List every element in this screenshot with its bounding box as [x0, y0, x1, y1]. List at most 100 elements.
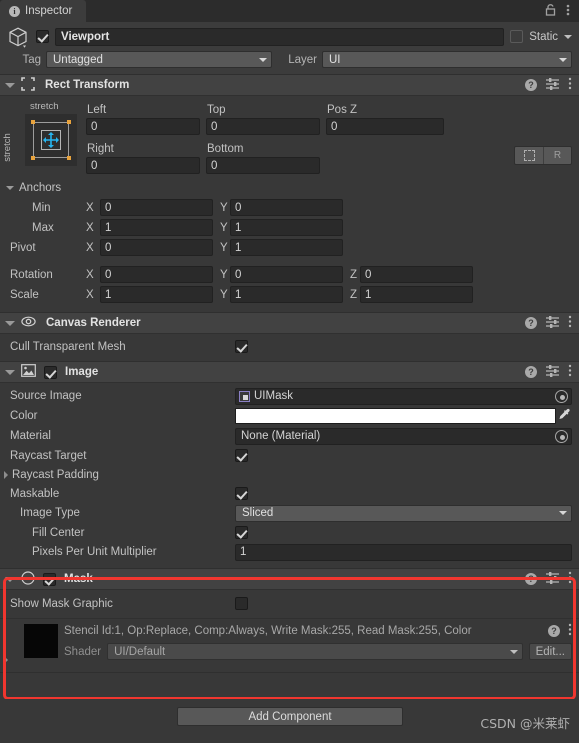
gameobject-enabled-checkbox[interactable]	[36, 30, 49, 43]
rect-rb-headers: Right Bottom	[86, 139, 579, 155]
component-actions: ?	[525, 364, 572, 380]
foldout-icon[interactable]	[4, 470, 8, 479]
fill-center-label: Fill Center	[32, 526, 85, 539]
gameobject-name-value: Viewport	[61, 30, 110, 43]
color-field[interactable]	[235, 408, 556, 424]
shader-dropdown[interactable]: UI/Default	[107, 643, 523, 660]
rotation-y-input[interactable]: 0	[230, 266, 343, 283]
color-row: Color	[0, 406, 579, 426]
pixels-per-unit-input[interactable]: 1	[235, 543, 572, 561]
watermark-text: CSDN @米莱虾	[480, 716, 570, 731]
component-title: Image	[65, 366, 99, 378]
source-image-value: UIMask	[254, 390, 293, 402]
fill-center-checkbox[interactable]	[235, 526, 248, 539]
foldout-icon[interactable]	[5, 369, 15, 375]
pivot-y-input[interactable]: 1	[230, 239, 343, 256]
top-input[interactable]: 0	[206, 118, 320, 135]
rotation-z-input[interactable]: 0	[360, 266, 473, 283]
foldout-icon[interactable]	[6, 185, 14, 190]
material-preview-foldout-wrap[interactable]	[0, 619, 12, 672]
cull-transparent-mesh-row: Cull Transparent Mesh	[0, 337, 579, 356]
gameobject-name-field[interactable]: Viewport	[55, 27, 505, 46]
tab-inspector[interactable]: i Inspector	[0, 0, 87, 22]
tabbar-spacer	[86, 0, 545, 22]
kebab-menu-icon[interactable]	[568, 77, 572, 93]
static-checkbox[interactable]	[510, 30, 524, 43]
axis-z-label: Z	[350, 288, 358, 301]
help-icon[interactable]: ?	[525, 573, 537, 585]
preset-icon[interactable]	[546, 77, 559, 93]
shader-edit-button[interactable]: Edit...	[528, 643, 572, 660]
mask-enabled-checkbox[interactable]	[43, 572, 56, 586]
pivot-x-input[interactable]: 0	[100, 239, 213, 256]
component-header-rect-transform[interactable]: Rect Transform ?	[0, 74, 579, 96]
help-icon[interactable]: ?	[548, 625, 560, 637]
static-label: Static	[529, 30, 558, 43]
source-image-field[interactable]: UIMask	[235, 387, 572, 405]
raycast-padding-row[interactable]: Raycast Padding	[0, 465, 579, 484]
cull-transparent-mesh-checkbox[interactable]	[235, 340, 248, 353]
component-header-canvas-renderer[interactable]: Canvas Renderer ?	[0, 312, 579, 334]
maskable-checkbox[interactable]	[235, 487, 248, 500]
component-header-mask[interactable]: Mask ?	[0, 568, 579, 590]
help-icon[interactable]: ?	[525, 79, 537, 91]
scale-z-input[interactable]: 1	[360, 286, 473, 303]
kebab-menu-icon[interactable]	[568, 571, 572, 587]
raycast-target-label: Raycast Target	[10, 449, 87, 462]
preset-icon[interactable]	[546, 364, 559, 380]
material-preview-row: Stencil Id:1, Op:Replace, Comp:Always, W…	[0, 618, 579, 672]
anchor-min-y-input[interactable]: 0	[230, 199, 343, 216]
preset-icon[interactable]	[546, 315, 559, 331]
anchors-foldout-row[interactable]: Anchors	[0, 178, 579, 197]
scale-x-input[interactable]: 1	[100, 286, 213, 303]
anchor-min-x-input[interactable]: 0	[100, 199, 213, 216]
kebab-menu-icon[interactable]	[568, 315, 572, 331]
pixels-per-unit-label: Pixels Per Unit Multiplier	[32, 546, 157, 558]
foldout-icon[interactable]	[5, 320, 15, 326]
component-title: Mask	[64, 573, 93, 585]
scale-y-input[interactable]: 1	[230, 286, 343, 303]
eyedropper-icon[interactable]	[556, 408, 572, 424]
bottom-input[interactable]: 0	[206, 157, 320, 174]
posz-input[interactable]: 0	[326, 118, 444, 135]
kebab-menu-icon[interactable]	[566, 3, 570, 20]
layer-dropdown[interactable]: UI	[322, 51, 572, 68]
gameobject-cube-icon[interactable]	[7, 26, 29, 48]
blueprint-mode-button[interactable]	[515, 147, 543, 164]
rect-lt-headers: Left Top Pos Z	[86, 100, 579, 116]
top-header: Top	[207, 104, 226, 116]
object-picker-icon[interactable]	[555, 389, 568, 403]
preset-icon[interactable]	[546, 571, 559, 587]
tag-dropdown[interactable]: Untagged	[46, 51, 272, 68]
component-header-image[interactable]: Image ?	[0, 361, 579, 383]
material-description: Stencil Id:1, Op:Replace, Comp:Always, W…	[64, 625, 472, 637]
help-icon[interactable]: ?	[525, 366, 537, 378]
left-input[interactable]: 0	[86, 118, 200, 135]
object-picker-icon[interactable]	[555, 429, 568, 443]
static-dropdown-icon[interactable]	[564, 34, 572, 39]
foldout-icon[interactable]	[5, 576, 15, 582]
anchor-max-y-input[interactable]: 1	[230, 219, 343, 236]
material-field[interactable]: None (Material)	[235, 427, 572, 445]
anchor-preset-widget[interactable]: stretch stretch	[2, 100, 82, 176]
foldout-icon[interactable]	[5, 82, 15, 88]
rotation-x-input[interactable]: 0	[100, 266, 213, 283]
raw-edit-mode-button[interactable]: R	[543, 147, 571, 164]
material-preview-swatch[interactable]	[24, 624, 58, 658]
help-icon[interactable]: ?	[525, 317, 537, 329]
kebab-menu-icon[interactable]	[568, 364, 572, 380]
component-title: Canvas Renderer	[46, 317, 141, 329]
foldout-icon[interactable]	[4, 656, 8, 664]
anchor-handle-tl	[31, 120, 35, 124]
image-type-dropdown[interactable]: Sliced	[235, 504, 572, 522]
add-component-button[interactable]: Add Component	[177, 707, 403, 726]
source-image-row: Source Image UIMask	[0, 386, 579, 406]
raycast-target-checkbox[interactable]	[235, 449, 248, 462]
image-enabled-checkbox[interactable]	[44, 365, 57, 379]
show-mask-graphic-checkbox[interactable]	[235, 597, 248, 610]
right-input[interactable]: 0	[86, 157, 200, 174]
material-label: Material	[10, 430, 51, 442]
kebab-menu-icon[interactable]	[568, 623, 572, 639]
lock-icon[interactable]	[545, 3, 556, 19]
anchor-max-x-input[interactable]: 1	[100, 219, 213, 236]
